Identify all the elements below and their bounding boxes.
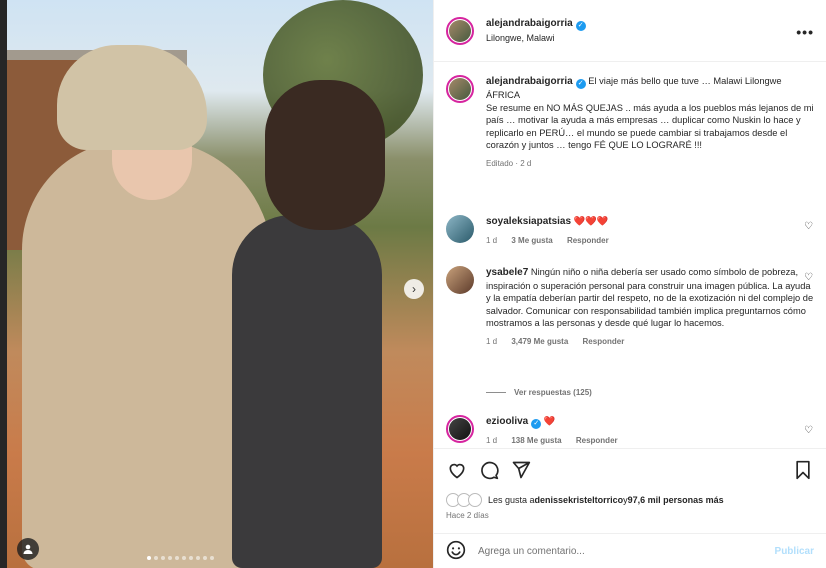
header-info: alejandrabaigorria ✓ Lilongwe, Malawi: [486, 18, 586, 43]
comment-body: ezioolivа ✓ ❤️ 1 d 138 Me gusta Responder: [486, 415, 814, 447]
avatar[interactable]: [446, 215, 474, 243]
comment-username[interactable]: ysabele7: [486, 267, 528, 278]
likes-count[interactable]: 97,6 mil personas más: [628, 495, 724, 505]
carousel-dot: [147, 556, 151, 560]
comment-username[interactable]: soyaleksiapatsias: [486, 216, 571, 227]
heart-icon[interactable]: [446, 459, 468, 481]
post-header: alejandrabaigorria ✓ Lilongwe, Malawi •••: [434, 0, 826, 62]
avatar[interactable]: [446, 266, 474, 294]
comment-age[interactable]: 1 d: [486, 337, 497, 346]
carousel-dot: [203, 556, 207, 560]
avatar[interactable]: [446, 415, 474, 443]
comment-meta: 1 d 3 Me gusta Responder: [486, 235, 814, 248]
post-photo[interactable]: ›: [7, 0, 433, 568]
verified-icon: ✓: [575, 21, 586, 31]
carousel-dot: [168, 556, 172, 560]
caption-body: alejandrabaigorria ✓ El viaje más bello q…: [486, 75, 814, 170]
caption-username[interactable]: alejandrabaigorria: [486, 76, 573, 87]
comment-likes[interactable]: 3,479 Me gusta: [511, 337, 568, 346]
save-icon[interactable]: [792, 459, 814, 481]
avatar[interactable]: [446, 75, 474, 103]
comment: soyaleksiapatsias ❤️❤️❤️ 1 d 3 Me gusta …: [446, 215, 814, 247]
likes-prefix: Les gusta a: [488, 495, 535, 505]
comment-meta: 1 d 138 Me gusta Responder: [486, 435, 814, 447]
comment-username[interactable]: ezioolivа: [486, 416, 528, 427]
heart-icon[interactable]: ♡: [804, 272, 814, 283]
child-figure: [232, 215, 382, 568]
more-icon[interactable]: •••: [796, 24, 814, 40]
author-username[interactable]: alejandrabaigorria: [486, 18, 573, 29]
carousel-dot: [189, 556, 193, 560]
instagram-post-window: › alejandrabaigorria ✓ Lilongwe, Malawi •…: [0, 0, 826, 568]
carousel-dot: [182, 556, 186, 560]
post-time[interactable]: Hace 2 días: [446, 511, 489, 520]
publish-button[interactable]: Publicar: [775, 546, 814, 557]
comment-text: ❤️: [543, 416, 556, 426]
view-replies-label[interactable]: Ver respuestas (125): [514, 388, 592, 397]
verified-icon: ✓: [531, 419, 542, 429]
comment-icon[interactable]: [478, 459, 500, 481]
carousel-dots: [147, 556, 214, 560]
comment: ezioolivа ✓ ❤️ 1 d 138 Me gusta Responder…: [446, 415, 814, 447]
divider: [486, 392, 506, 393]
carousel-dot: [154, 556, 158, 560]
post-location[interactable]: Lilongwe, Malawi: [486, 33, 586, 43]
heart-icon[interactable]: ♡: [804, 425, 814, 436]
comment-body: ysabele7 Ningún niño o niña debería ser …: [486, 266, 814, 348]
user-tag-icon[interactable]: [17, 538, 39, 560]
comment-likes[interactable]: 3 Me gusta: [511, 236, 552, 245]
reply-button[interactable]: Responder: [576, 436, 618, 445]
comment-input[interactable]: [478, 545, 763, 557]
comment-age[interactable]: 1 d: [486, 436, 497, 445]
comment-text: Ningún niño o niña debería ser usado com…: [486, 267, 814, 328]
likes-user[interactable]: denissekristeltorrico: [535, 495, 624, 505]
backdrop: [0, 0, 7, 568]
comment: ysabele7 Ningún niño o niña debería ser …: [446, 266, 814, 348]
heart-icon[interactable]: ♡: [804, 221, 814, 232]
comment-body: soyaleksiapatsias ❤️❤️❤️ 1 d 3 Me gusta …: [486, 215, 814, 247]
avatar[interactable]: [446, 16, 474, 45]
comments-scroll[interactable]: alejandrabaigorria ✓ El viaje más bello q…: [434, 63, 826, 447]
next-arrow-icon[interactable]: ›: [404, 279, 424, 299]
comment-bar: Publicar: [434, 533, 826, 568]
liker-avatars: [446, 493, 482, 507]
carousel-dot: [210, 556, 214, 560]
action-icons: [446, 459, 814, 481]
carousel-dot: [161, 556, 165, 560]
carousel-dot: [196, 556, 200, 560]
comment-likes[interactable]: 138 Me gusta: [511, 436, 561, 445]
caption-text: El viaje más bello que tuve … Malawi Lil…: [486, 76, 814, 150]
post-panel: alejandrabaigorria ✓ Lilongwe, Malawi •••…: [433, 0, 826, 568]
carousel-dot: [175, 556, 179, 560]
likes-summary[interactable]: Les gusta a denissekristeltorrico y 97,6…: [446, 493, 724, 507]
view-replies[interactable]: Ver respuestas (125): [486, 388, 592, 397]
caption-meta: Editado · 2 d: [486, 158, 532, 168]
child-head: [265, 80, 385, 230]
verified-icon: ✓: [575, 79, 586, 89]
comment-text: ❤️❤️❤️: [573, 216, 609, 226]
share-icon[interactable]: [510, 459, 532, 481]
emoji-icon[interactable]: [446, 540, 466, 562]
reply-button[interactable]: Responder: [583, 337, 625, 346]
comment-age[interactable]: 1 d: [486, 236, 497, 245]
comment-meta: 1 d 3,479 Me gusta Responder: [486, 336, 814, 349]
caption: alejandrabaigorria ✓ El viaje más bello q…: [446, 75, 814, 170]
reply-button[interactable]: Responder: [567, 236, 609, 245]
